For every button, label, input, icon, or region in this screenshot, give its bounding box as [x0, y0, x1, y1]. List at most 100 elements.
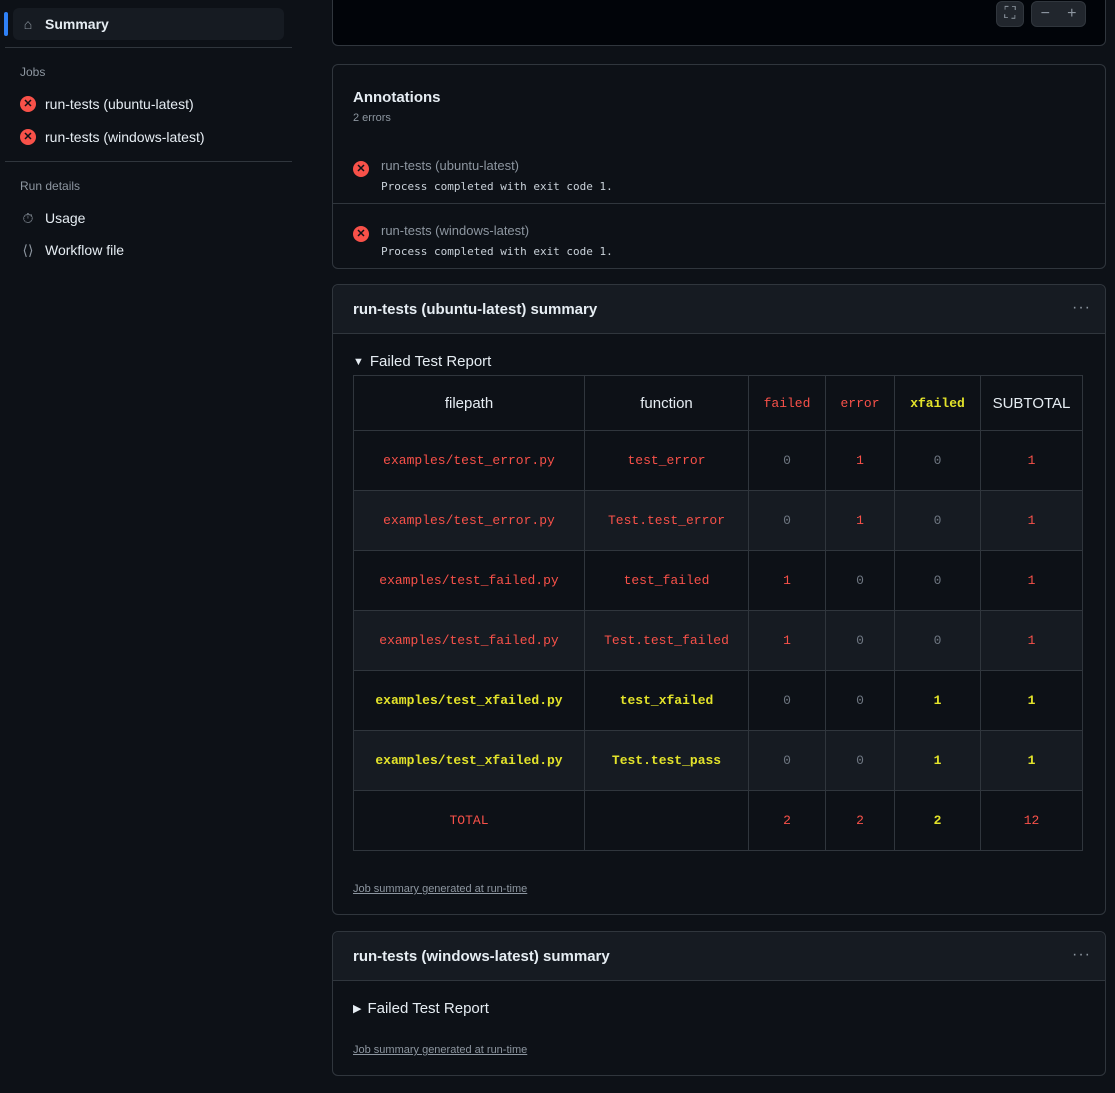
details-label: Failed Test Report	[367, 1000, 489, 1017]
error-icon: ✕	[20, 129, 36, 145]
cell-error: 0	[825, 670, 895, 731]
failed-test-report-toggle[interactable]: ▶ Failed Test Report	[353, 1000, 489, 1017]
error-icon: ✕	[353, 226, 369, 242]
annotation-job: run-tests (ubuntu-latest)	[381, 158, 520, 173]
job-label: run-tests (ubuntu-latest)	[45, 96, 194, 112]
divider	[5, 47, 292, 48]
cell-failed: 0	[748, 490, 826, 551]
column-header-xfailed: xfailed	[894, 375, 981, 431]
cell-function: test_xfailed	[584, 670, 749, 731]
failed-test-report-toggle[interactable]: ▼ Failed Test Report	[353, 353, 491, 370]
cell-subtotal: 1	[980, 670, 1083, 731]
workflow-file-label: Workflow file	[45, 242, 125, 258]
annotation-item[interactable]: ✕ run-tests (ubuntu-latest) Process comp…	[333, 138, 1105, 203]
sidebar-item-summary[interactable]: ⌂ Summary	[13, 8, 284, 40]
stopwatch-icon: ⏱	[22, 209, 34, 226]
cell-xfailed: 0	[894, 610, 981, 671]
total-cell-function	[584, 790, 749, 851]
details-label: Failed Test Report	[369, 353, 492, 370]
cell-error: 1	[825, 430, 895, 491]
cell-error: 0	[825, 730, 895, 791]
cell-failed: 0	[748, 730, 826, 791]
table-row: examples/test_failed.py test_failed 1 0 0 1	[353, 550, 1083, 611]
jobs-heading: Jobs	[20, 65, 46, 79]
workflow-graph-panel: ⛶ − +	[332, 0, 1106, 46]
cell-failed: 1	[748, 550, 826, 611]
total-row: TOTAL 2 2 2 12	[353, 790, 1083, 851]
column-header-filepath: filepath	[353, 375, 585, 431]
sidebar-job-ubuntu[interactable]: ✕ run-tests (ubuntu-latest)	[13, 88, 284, 120]
cell-subtotal: 1	[980, 610, 1083, 671]
table-row: examples/test_xfailed.py Test.test_pass 0 0…	[353, 730, 1083, 791]
cell-subtotal: 1	[980, 550, 1083, 611]
cell-subtotal: 1	[980, 430, 1083, 491]
cell-function: test_failed	[584, 550, 749, 611]
table-row: examples/test_error.py test_error 0 1 0 1	[353, 430, 1083, 491]
cell-xfailed: 1	[894, 730, 981, 791]
cell-error: 1	[825, 490, 895, 551]
zoom-controls: − +	[1031, 1, 1086, 27]
divider	[5, 161, 292, 162]
summary-title: run-tests (windows-latest) summary	[333, 932, 1105, 981]
cell-failed: 1	[748, 610, 826, 671]
zoom-out-button[interactable]: −	[1041, 5, 1050, 23]
more-options-icon[interactable]: ···	[1072, 946, 1091, 964]
cell-function: Test.test_pass	[584, 730, 749, 791]
more-options-icon[interactable]: ···	[1072, 299, 1091, 317]
cell-error: 0	[825, 610, 895, 671]
cell-filepath: examples/test_error.py	[353, 490, 585, 551]
column-header-subtotal: SUBTOTAL	[980, 375, 1083, 431]
job-summary-link[interactable]: Job summary generated at run-time	[353, 883, 527, 895]
fullscreen-icon: ⛶	[1004, 5, 1016, 22]
annotation-item[interactable]: ✕ run-tests (windows-latest) Process com…	[333, 203, 1105, 268]
table-row: examples/test_xfailed.py test_xfailed 0 0 1 1	[353, 670, 1083, 731]
cell-filepath: examples/test_failed.py	[353, 550, 585, 611]
column-header-error: error	[825, 375, 895, 431]
windows-summary-panel: run-tests (windows-latest) summary ··· ▶…	[332, 931, 1106, 1076]
fullscreen-button[interactable]: ⛶	[996, 1, 1024, 27]
table-row: examples/test_error.py Test.test_error 0 1 0…	[353, 490, 1083, 551]
total-cell-error: 2	[825, 790, 895, 851]
table-row: examples/test_failed.py Test.test_failed 1…	[353, 610, 1083, 671]
cell-xfailed: 0	[894, 430, 981, 491]
column-header-function: function	[584, 375, 749, 431]
annotation-job: run-tests (windows-latest)	[381, 223, 530, 238]
job-summary-link[interactable]: Job summary generated at run-time	[353, 1044, 527, 1056]
annotations-title: Annotations	[353, 89, 441, 106]
sidebar-item-workflow-file[interactable]: ⟨⟩ Workflow file	[13, 234, 284, 266]
cell-subtotal: 1	[980, 730, 1083, 791]
annotation-message: Process completed with exit code 1.	[381, 180, 613, 193]
total-cell-subtotal: 12	[980, 790, 1083, 851]
summary-title: run-tests (ubuntu-latest) summary	[333, 285, 1105, 334]
total-cell-failed: 2	[748, 790, 826, 851]
sidebar-item-usage[interactable]: ⏱ Usage	[13, 202, 284, 234]
cell-xfailed: 1	[894, 670, 981, 731]
cell-filepath: examples/test_xfailed.py	[353, 670, 585, 731]
cell-error: 0	[825, 550, 895, 611]
total-cell-filepath: TOTAL	[353, 790, 585, 851]
zoom-in-button[interactable]: +	[1067, 5, 1076, 23]
job-label: run-tests (windows-latest)	[45, 129, 205, 145]
annotations-panel: Annotations 2 errors ✕ run-tests (ubuntu…	[332, 64, 1106, 269]
failed-test-table: filepath function failed error xfailed SUBTOT…	[353, 375, 1083, 851]
usage-label: Usage	[45, 210, 86, 226]
error-icon: ✕	[353, 161, 369, 177]
cell-xfailed: 0	[894, 490, 981, 551]
cell-failed: 0	[748, 670, 826, 731]
cell-filepath: examples/test_error.py	[353, 430, 585, 491]
cell-subtotal: 1	[980, 490, 1083, 551]
ubuntu-summary-panel: run-tests (ubuntu-latest) summary ··· ▼ F…	[332, 284, 1106, 915]
file-code-icon: ⟨⟩	[22, 241, 34, 258]
run-details-heading: Run details	[20, 179, 81, 193]
sidebar-job-windows[interactable]: ✕ run-tests (windows-latest)	[13, 121, 284, 153]
error-icon: ✕	[20, 96, 36, 112]
cell-function: test_error	[584, 430, 749, 491]
triangle-down-icon: ▼	[353, 355, 364, 368]
triangle-right-icon: ▶	[353, 1003, 362, 1015]
cell-failed: 0	[748, 430, 826, 491]
cell-function: Test.test_failed	[584, 610, 749, 671]
annotations-count: 2 errors	[353, 112, 391, 124]
cell-filepath: examples/test_failed.py	[353, 610, 585, 671]
cell-xfailed: 0	[894, 550, 981, 611]
column-header-failed: failed	[748, 375, 826, 431]
